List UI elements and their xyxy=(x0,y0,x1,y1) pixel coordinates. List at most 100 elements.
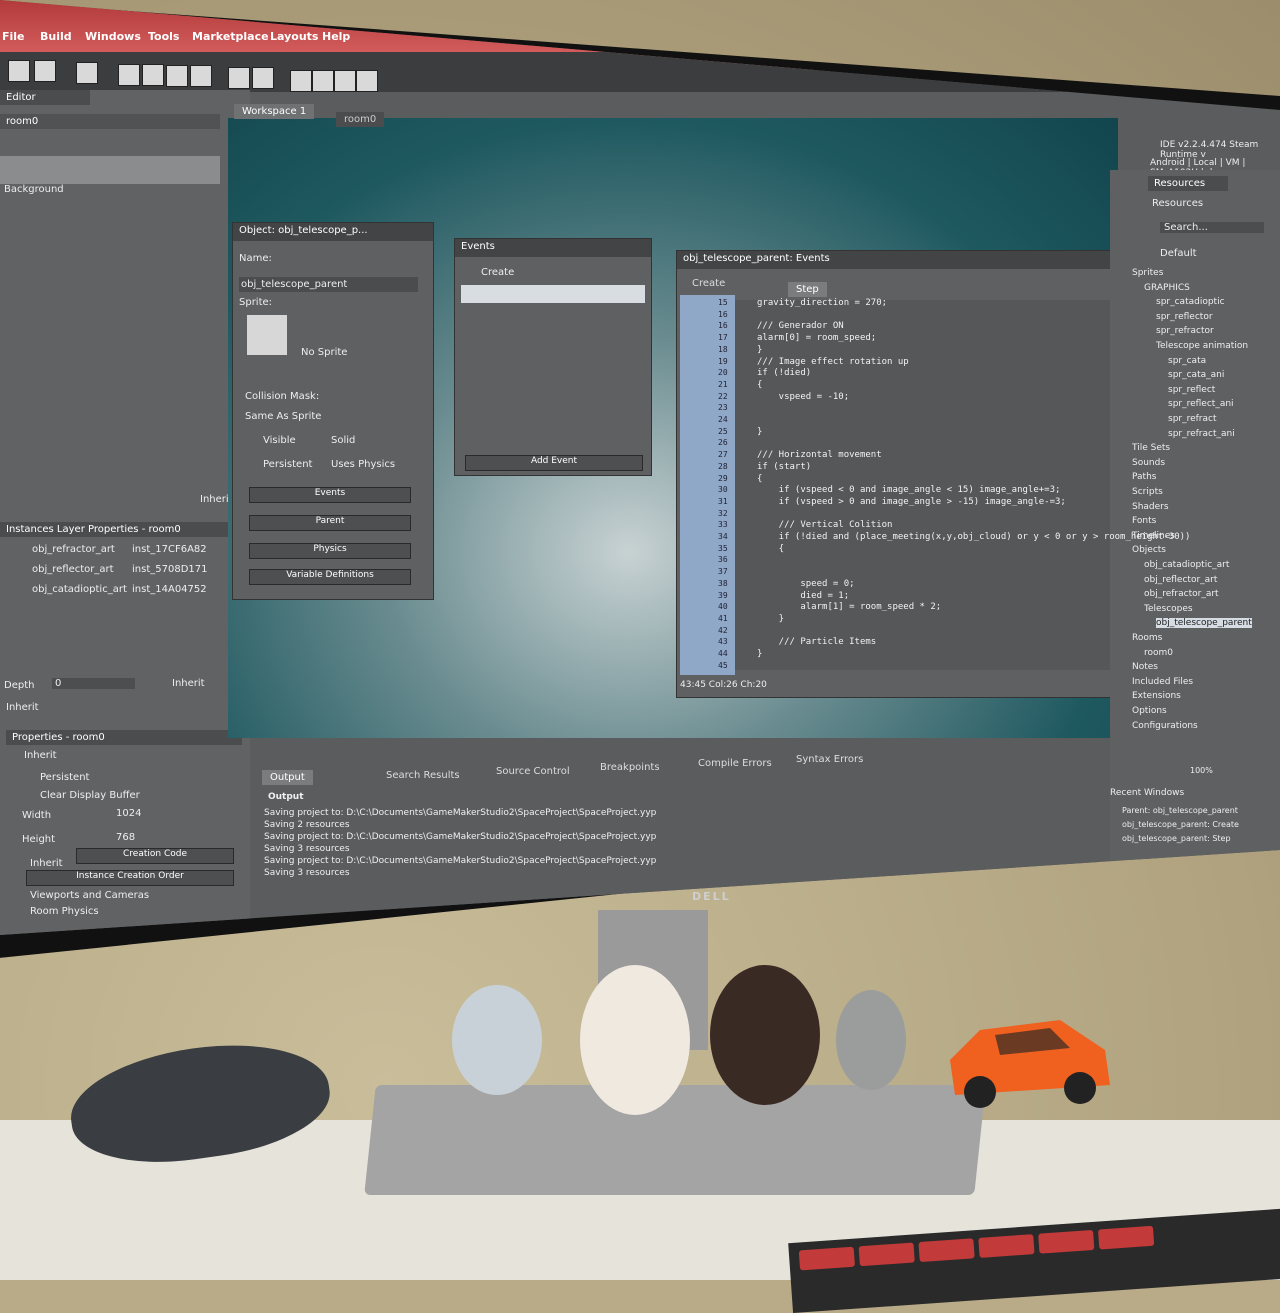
resource-tree-item[interactable]: Paths xyxy=(1132,472,1156,482)
props-inherit-button[interactable]: Inherit xyxy=(24,750,57,761)
recent-window-item[interactable]: obj_telescope_parent: Step xyxy=(1122,834,1231,843)
depth-inherit-button[interactable]: Inherit xyxy=(172,678,205,689)
tab-source-control[interactable]: Source Control xyxy=(488,764,578,779)
tab-syntax-errors[interactable]: Syntax Errors xyxy=(788,752,871,767)
zoom-reset-icon[interactable] xyxy=(334,70,356,92)
target-icon[interactable] xyxy=(228,67,250,89)
collision-mask-select[interactable]: Same As Sprite xyxy=(245,411,321,422)
resource-tree-item[interactable]: GRAPHICS xyxy=(1144,283,1190,293)
resource-tree-item[interactable]: room0 xyxy=(1144,648,1173,658)
layer-background[interactable]: Background xyxy=(4,184,64,195)
recent-window-item[interactable]: obj_telescope_parent: Create xyxy=(1122,820,1239,829)
sprite-preview[interactable] xyxy=(247,315,287,355)
resource-tree-item[interactable]: Scripts xyxy=(1132,487,1163,497)
room-select[interactable]: room0 xyxy=(0,114,220,129)
uses-physics-checkbox[interactable]: Uses Physics xyxy=(331,459,395,470)
add-event-button[interactable]: Add Event xyxy=(465,455,643,471)
resource-tree-item[interactable]: obj_telescope_parent xyxy=(1156,618,1252,629)
tab-workspace-1[interactable]: Workspace 1 xyxy=(234,104,315,119)
resource-tree-item[interactable]: Extensions xyxy=(1132,691,1181,701)
object-name-input[interactable]: obj_telescope_parent xyxy=(239,277,418,292)
tab-compile-errors[interactable]: Compile Errors xyxy=(690,756,780,771)
settings-icon[interactable] xyxy=(252,67,274,89)
variable-definitions-button[interactable]: Variable Definitions xyxy=(249,569,411,585)
resource-tree-item[interactable]: spr_refractor xyxy=(1156,326,1214,336)
tab-output[interactable]: Output xyxy=(262,770,313,785)
resource-tree-item[interactable]: Notes xyxy=(1132,662,1158,672)
menu-item[interactable]: Marketplace xyxy=(192,30,269,43)
visible-checkbox[interactable]: Visible xyxy=(263,435,296,446)
tab-editor[interactable]: Editor xyxy=(0,90,90,105)
solid-checkbox[interactable]: Solid xyxy=(331,435,355,446)
instance-name[interactable]: obj_catadioptic_art xyxy=(32,584,127,595)
resource-tree-item[interactable]: spr_refract_ani xyxy=(1168,429,1235,439)
resource-tree-item[interactable]: Configurations xyxy=(1132,721,1198,731)
resource-tree-item[interactable]: spr_catadioptic xyxy=(1156,297,1225,307)
persistent-checkbox[interactable]: Persistent xyxy=(263,459,312,470)
resource-tree-item[interactable]: Fonts xyxy=(1132,516,1156,526)
tab-resources[interactable]: Resources xyxy=(1148,176,1228,191)
parent-button[interactable]: Parent xyxy=(249,515,411,531)
resource-tree-item[interactable]: Objects xyxy=(1132,545,1166,555)
instance-name[interactable]: obj_refractor_art xyxy=(32,544,115,555)
resource-tree-item[interactable]: Telescopes xyxy=(1144,604,1193,614)
height-input[interactable]: 768 xyxy=(116,832,135,843)
tab-search-results[interactable]: Search Results xyxy=(378,768,468,783)
menu-item[interactable]: Layouts xyxy=(270,30,318,43)
stop-icon[interactable] xyxy=(166,65,188,87)
creation-code-button[interactable]: Creation Code xyxy=(76,848,234,864)
tab-step[interactable]: Step xyxy=(788,282,827,297)
resource-tree-item[interactable]: Shaders xyxy=(1132,502,1169,512)
resource-tree-item[interactable]: spr_cata_ani xyxy=(1168,370,1224,380)
instance-name[interactable]: obj_reflector_art xyxy=(32,564,114,575)
resource-tree-item[interactable]: spr_refract xyxy=(1168,414,1217,424)
clear-display-checkbox[interactable]: Clear Display Buffer xyxy=(40,790,140,801)
resource-tree-item[interactable]: Sprites xyxy=(1132,268,1163,278)
resource-tree-item[interactable]: spr_reflect xyxy=(1168,385,1215,395)
clean-icon[interactable] xyxy=(190,65,212,87)
menu-item[interactable]: Tools xyxy=(148,30,179,43)
physics-button[interactable]: Physics xyxy=(249,543,411,559)
resource-tree-item[interactable]: Options xyxy=(1132,706,1167,716)
resource-tree-item[interactable]: Sounds xyxy=(1132,458,1165,468)
resource-tree-item[interactable]: obj_catadioptic_art xyxy=(1144,560,1229,570)
new-icon[interactable] xyxy=(8,60,30,82)
play-icon[interactable] xyxy=(118,64,140,86)
open-icon[interactable] xyxy=(34,60,56,82)
resource-tree-item[interactable]: obj_refractor_art xyxy=(1144,589,1219,599)
tab-create[interactable]: Create xyxy=(684,276,733,291)
depth-input[interactable]: 0 xyxy=(52,678,135,689)
menu-item[interactable]: Build xyxy=(40,30,72,43)
events-window-title[interactable]: Events xyxy=(455,239,651,257)
resource-tree-item[interactable]: obj_reflector_art xyxy=(1144,575,1217,585)
tab-room0[interactable]: room0 xyxy=(336,112,385,127)
instance-order-button[interactable]: Instance Creation Order xyxy=(26,870,234,886)
viewports-section[interactable]: Viewports and Cameras xyxy=(30,890,149,901)
event-create[interactable]: Create xyxy=(481,267,514,278)
menu-item[interactable]: Help xyxy=(322,30,350,43)
resource-tree-item[interactable]: spr_reflector xyxy=(1156,312,1213,322)
recent-window-item[interactable]: Parent: obj_telescope_parent xyxy=(1122,806,1238,815)
resource-search-input[interactable]: Search... xyxy=(1160,222,1264,233)
zoom-out-icon[interactable] xyxy=(312,70,334,92)
default-group[interactable]: Default xyxy=(1160,248,1197,259)
width-input[interactable]: 1024 xyxy=(116,808,141,819)
object-window-title[interactable]: Object: obj_telescope_p... xyxy=(233,223,433,241)
sprite-select[interactable]: No Sprite xyxy=(301,347,347,358)
resource-tree-item[interactable]: Rooms xyxy=(1132,633,1162,643)
instances-layer[interactable] xyxy=(0,156,220,184)
tab-breakpoints[interactable]: Breakpoints xyxy=(592,760,668,775)
save-icon[interactable] xyxy=(76,62,98,84)
room-physics-section[interactable]: Room Physics xyxy=(30,906,99,917)
resource-tree-item[interactable]: Tile Sets xyxy=(1132,443,1170,453)
resource-tree-item[interactable]: Telescope animation xyxy=(1156,341,1248,351)
resource-tree-item[interactable]: Included Files xyxy=(1132,677,1193,687)
menu-item[interactable]: Windows xyxy=(85,30,141,43)
resource-tree-item[interactable]: spr_cata xyxy=(1168,356,1206,366)
debug-icon[interactable] xyxy=(142,64,164,86)
workspace-icon[interactable] xyxy=(356,70,378,92)
room-inherit-button[interactable]: Inherit xyxy=(30,858,63,869)
resource-tree-item[interactable]: spr_reflect_ani xyxy=(1168,399,1234,409)
menu-item[interactable]: File xyxy=(2,30,25,43)
layer-inherit-button[interactable]: Inherit xyxy=(6,702,39,713)
